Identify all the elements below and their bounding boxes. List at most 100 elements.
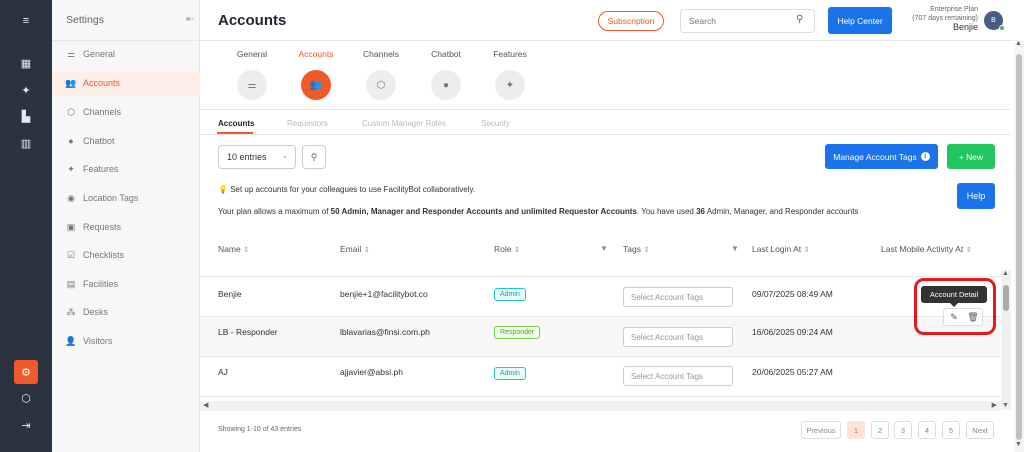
scrollbar-thumb[interactable] [1003,285,1009,311]
sliders-icon[interactable]: ⚌ [237,70,267,100]
column-header-role[interactable]: Role ⇕ [494,244,520,254]
sidebar-item-label: Checklists [83,250,125,260]
divider [200,134,1010,135]
user-name: Benjie [952,22,978,32]
scroll-down-icon[interactable]: ▼ [1002,402,1009,409]
column-header-name[interactable]: Name ⇕ [218,244,249,254]
search-input[interactable] [680,9,815,33]
column-header-tags[interactable]: Tags ⇕ [623,244,650,254]
pin-icon[interactable]: ✦ [18,82,34,98]
plan-name: Enterprise Plan [930,6,978,13]
table-row[interactable]: LB - Responder lblavarias@finsi.com.ph R… [200,317,1000,357]
previous-page-button[interactable]: Previous [801,421,841,439]
help-button[interactable]: Help [957,183,995,209]
desk-icon: ⁂ [66,306,76,317]
divider [200,40,1024,41]
subscription-button[interactable]: Subscription [598,11,664,31]
sidebar-item-requests[interactable]: ▣ Requests [52,215,200,239]
account-tags-select[interactable]: Select Account Tags [623,366,733,386]
cell-last-login: 16/06/2025 09:24 AM [752,327,833,337]
sidebar-item-features[interactable]: ✦ Features [52,157,200,181]
scroll-right-icon[interactable]: ▶ [992,401,997,409]
column-header-email[interactable]: Email ⇕ [340,244,370,254]
notice-count: 36 [696,207,705,216]
sidebar-item-visitors[interactable]: 👤 Visitors [52,329,200,353]
app-rail: ≡ ▦ ✦ ▙ ▥ ⚙ ⬡ ⇥ [0,0,52,452]
scroll-up-icon[interactable]: ▲ [1015,40,1022,47]
sidebar-item-location-tags[interactable]: ◉ Location Tags [52,186,200,210]
new-account-button[interactable]: + New [947,144,995,169]
analytics-icon[interactable]: ▥ [18,135,34,151]
subtab-security[interactable]: Security [481,119,510,128]
chat-icon[interactable]: ● [431,70,461,100]
sidebar-item-label: General [83,49,116,59]
search-icon[interactable]: ⚲ [302,145,326,169]
entries-select[interactable]: 10 entries ⌄ [218,145,296,169]
online-status-dot [999,25,1005,31]
page-button[interactable]: 3 [894,421,912,439]
tab-features[interactable]: Features [485,49,535,59]
scroll-down-icon[interactable]: ▼ [1015,441,1022,448]
tab-general[interactable]: General [227,49,277,59]
sidebar-item-channels[interactable]: ⬡ Channels [52,100,200,124]
column-header-last-login[interactable]: Last Login At ⇕ [752,244,810,254]
page-title: Accounts [218,12,287,29]
cube-icon[interactable]: ⬡ [366,70,396,100]
users-icon[interactable]: 👥 [301,70,331,100]
pin-icon[interactable]: ✦ [495,70,525,100]
menu-expand-icon[interactable]: ≡ [18,13,34,29]
horizontal-scrollbar[interactable]: ◀ ▶ [200,401,1000,411]
cube-icon[interactable]: ⬡ [18,390,34,406]
cell-last-login: 20/06/2025 05:27 AM [752,367,833,377]
column-header-last-mobile-activity[interactable]: Last Mobile Activity At ⇕ [881,244,972,254]
sort-icon: ⇕ [513,245,521,254]
sidebar-item-desks[interactable]: ⁂ Desks [52,300,200,324]
tab-channels[interactable]: Channels [356,49,406,59]
sidebar-item-label: Channels [83,107,122,117]
sidebar-item-accounts[interactable]: 👥 Accounts [52,71,200,95]
annotation-highlight [914,278,996,335]
page-button[interactable]: 1 [847,421,865,439]
tab-accounts[interactable]: Accounts [291,49,341,59]
tab-chatbot[interactable]: Chatbot [421,49,471,59]
subtab-accounts[interactable]: Accounts [218,119,254,128]
sidebar-item-facilities[interactable]: ▤ Facilities [52,272,200,296]
collapse-sidebar-icon[interactable]: ⇤ [186,14,194,25]
scroll-up-icon[interactable]: ▲ [1002,270,1009,277]
sidebar-item-label: Requests [83,222,122,232]
column-label: Tags [623,244,641,254]
account-tags-select[interactable]: Select Account Tags [623,287,733,307]
scrollbar-thumb[interactable] [1016,54,1022,440]
help-center-button[interactable]: Help Center [828,7,892,34]
sidebar-item-general[interactable]: ⚌ General [52,42,200,66]
manage-account-tags-button[interactable]: Manage Account Tags i [825,144,938,169]
divider [200,109,1010,110]
bar-chart-icon[interactable]: ▙ [18,108,34,124]
notice-mid: . You have used [636,207,697,216]
subtab-custom-manager-roles[interactable]: Custom Manager Roles [362,119,446,128]
users-icon: 👥 [65,77,77,88]
checklist-icon: ☑ [66,249,76,260]
location-icon: ◉ [67,192,75,203]
search-icon[interactable]: ⚲ [796,14,803,25]
settings-icon[interactable]: ⚙ [14,360,38,384]
page-button[interactable]: 4 [918,421,936,439]
subtab-requestors[interactable]: Requestors [287,119,328,128]
filter-icon[interactable]: ▼ [731,244,739,253]
sidebar-item-chatbot[interactable]: ● Chatbot [52,129,200,153]
scroll-left-icon[interactable]: ◀ [203,401,208,409]
page-button[interactable]: 2 [871,421,889,439]
filter-icon[interactable]: ▼ [600,244,608,253]
cell-name: AJ [218,367,228,377]
table-row[interactable]: Benjie benjie+1@facilitybot.co Admin Sel… [200,277,1000,317]
next-page-button[interactable]: Next [966,421,994,439]
page-button[interactable]: 5 [942,421,960,439]
account-tags-select[interactable]: Select Account Tags [623,327,733,347]
dashboard-icon[interactable]: ▦ [18,55,34,71]
notice-suffix: Admin, Manager, and Responder accounts [705,207,859,216]
logout-icon[interactable]: ⇥ [18,417,34,433]
building-icon: ▤ [66,278,76,289]
cell-email: ajjavier@absi.ph [340,367,403,377]
table-row[interactable]: AJ ajjavier@absi.ph Admin Select Account… [200,357,1000,397]
sidebar-item-checklists[interactable]: ☑ Checklists [52,243,200,267]
